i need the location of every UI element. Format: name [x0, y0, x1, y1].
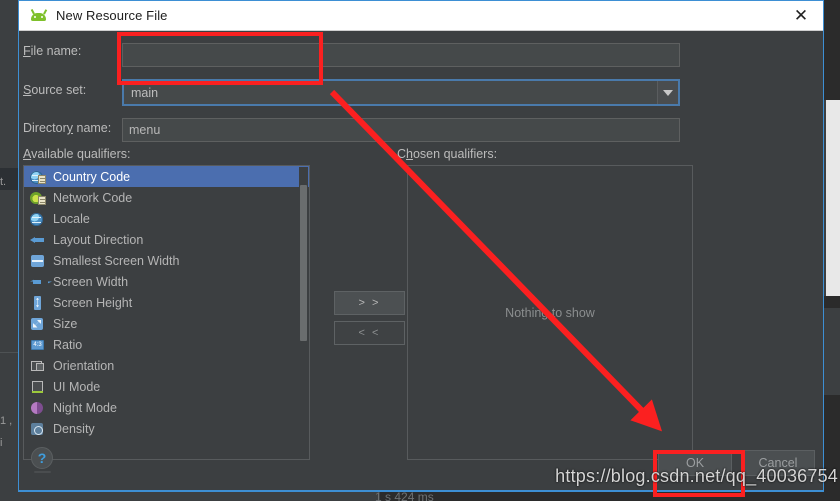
available-qualifier-item[interactable]: Layout Direction: [24, 229, 309, 250]
available-qualifier-label: Screen Height: [53, 295, 133, 310]
help-button-shadow: [34, 471, 51, 473]
chosen-empty-text: Nothing to show: [505, 305, 595, 320]
help-icon[interactable]: ?: [31, 447, 53, 469]
available-qualifier-label: Layout Direction: [53, 232, 144, 247]
night-mode-icon: [30, 401, 46, 415]
available-list-scrollbar[interactable]: [299, 167, 308, 458]
dialog-body: File name: Source set: main Directory na…: [19, 31, 823, 490]
file-name-label: File name:: [23, 44, 82, 58]
close-icon[interactable]: ✕: [779, 1, 823, 30]
bg-divider: [0, 352, 18, 353]
dialog-titlebar: New Resource File ✕: [19, 1, 823, 31]
bg-scrollbar-track[interactable]: [826, 98, 840, 298]
available-qualifiers-label: Available qualifiers:: [23, 147, 131, 161]
orientation-icon: [30, 359, 46, 373]
android-robot-icon: [30, 8, 47, 23]
chevron-down-icon[interactable]: [657, 81, 678, 104]
chosen-qualifiers-list[interactable]: Nothing to show: [407, 165, 693, 460]
scrollbar-thumb[interactable]: [300, 185, 307, 341]
available-qualifier-item[interactable]: Orientation: [24, 355, 309, 376]
source-set-label: Source set:: [23, 83, 87, 97]
available-qualifier-label: Size: [53, 316, 78, 331]
source-set-row: Source set:: [23, 83, 119, 97]
directory-name-label: Directory name:: [23, 121, 112, 135]
directory-name-input[interactable]: menu: [122, 118, 680, 142]
density-icon: [30, 422, 46, 436]
available-qualifier-label: Orientation: [53, 358, 115, 373]
source-set-value: main: [131, 85, 159, 100]
file-name-highlight-box: [117, 32, 323, 85]
bg-fragment-1: t.: [0, 176, 7, 188]
available-qualifier-label: Screen Width: [53, 274, 129, 289]
chosen-qualifiers-label: Chosen qualifiers:: [397, 147, 498, 161]
watermark-text: https://blog.csdn.net/qq_40036754: [555, 466, 838, 486]
arrow-left-icon: [30, 233, 46, 247]
available-qualifier-item[interactable]: Country Code: [24, 166, 309, 187]
network-sim-icon: [30, 191, 46, 205]
available-qualifier-item[interactable]: Screen Height: [24, 292, 309, 313]
dialog-title: New Resource File: [56, 8, 168, 23]
available-qualifier-item[interactable]: 4:3 Ratio: [24, 334, 309, 355]
available-qualifier-item[interactable]: Size: [24, 313, 309, 334]
available-qualifiers-list[interactable]: Country Code Network Code Locale Layout Dir…: [23, 165, 310, 460]
available-qualifier-label: UI Mode: [53, 379, 101, 394]
directory-name-row: Directory name:: [23, 121, 119, 135]
add-qualifier-button[interactable]: > >: [334, 291, 405, 315]
available-qualifier-label: Network Code: [53, 190, 133, 205]
diagonal-arrow-icon: [30, 317, 46, 331]
available-qualifier-item[interactable]: Smallest Screen Width: [24, 250, 309, 271]
available-qualifier-item[interactable]: Night Mode: [24, 397, 309, 418]
ui-mode-icon: [30, 380, 46, 394]
arrow-horizontal-icon: [30, 275, 46, 289]
ratio-icon: 4:3: [30, 338, 46, 352]
available-qualifier-label: Density: [53, 421, 95, 436]
screenshot-root: t. 1 , i 1 s 424 ms New Resource File ✕ …: [0, 0, 840, 501]
globe-icon: [30, 212, 46, 226]
available-qualifier-label: Ratio: [53, 337, 83, 352]
four-way-arrow-icon: [30, 254, 46, 268]
available-qualifier-item[interactable]: Screen Width: [24, 271, 309, 292]
available-qualifier-label: Night Mode: [53, 400, 117, 415]
bg-strip-a: [824, 88, 840, 100]
file-name-row: File name:: [23, 44, 119, 58]
bg-fragment-2: 1 ,: [0, 415, 13, 427]
available-qualifier-label: Smallest Screen Width: [53, 253, 180, 268]
remove-qualifier-button[interactable]: < <: [334, 321, 405, 345]
bg-top-dark-strip: [824, 0, 840, 90]
bg-fragment-3: i: [0, 437, 3, 449]
arrow-vertical-icon: [30, 295, 46, 310]
available-qualifier-item[interactable]: Locale: [24, 208, 309, 229]
globe-sim-icon: [30, 170, 46, 184]
available-qualifier-label: Country Code: [53, 169, 131, 184]
available-qualifier-label: Locale: [53, 211, 90, 226]
available-qualifier-item[interactable]: UI Mode: [24, 376, 309, 397]
available-qualifier-item[interactable]: Network Code: [24, 187, 309, 208]
